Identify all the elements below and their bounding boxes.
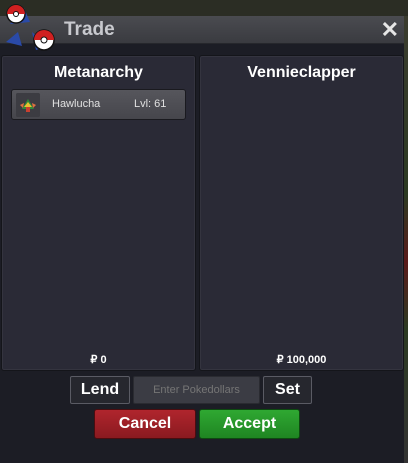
pokedollars-input[interactable] [133,376,260,404]
set-button[interactable]: Set [263,376,312,404]
window-title: Trade [64,19,115,40]
money-left: ₽ 0 [90,354,107,366]
item-name: Hawlucha [52,98,101,110]
background-edge [404,16,408,463]
close-icon[interactable]: ✕ [381,17,399,43]
trade-item-hawlucha[interactable]: Hawlucha Lvl: 61 [11,89,186,120]
hawlucha-sprite-icon [16,93,40,117]
trade-window: Trade ✕ Metanarchy Hawlucha Lvl: 61 ₽ 0 [0,4,404,463]
player-name-right: Vennieclapper [247,64,356,81]
player-name-left: Metanarchy [54,64,143,81]
item-level: Lvl: 61 [134,98,167,110]
money-right: ₽ 100,000 [276,354,327,366]
my-offer-panel: Metanarchy Hawlucha Lvl: 61 ₽ 0 [1,55,196,371]
accept-button[interactable]: Accept [199,409,300,439]
pokeball-logo-icon [6,4,55,51]
cancel-button[interactable]: Cancel [94,409,196,439]
their-offer-panel: Vennieclapper ₽ 100,000 [199,55,404,371]
lend-button[interactable]: Lend [70,376,130,404]
